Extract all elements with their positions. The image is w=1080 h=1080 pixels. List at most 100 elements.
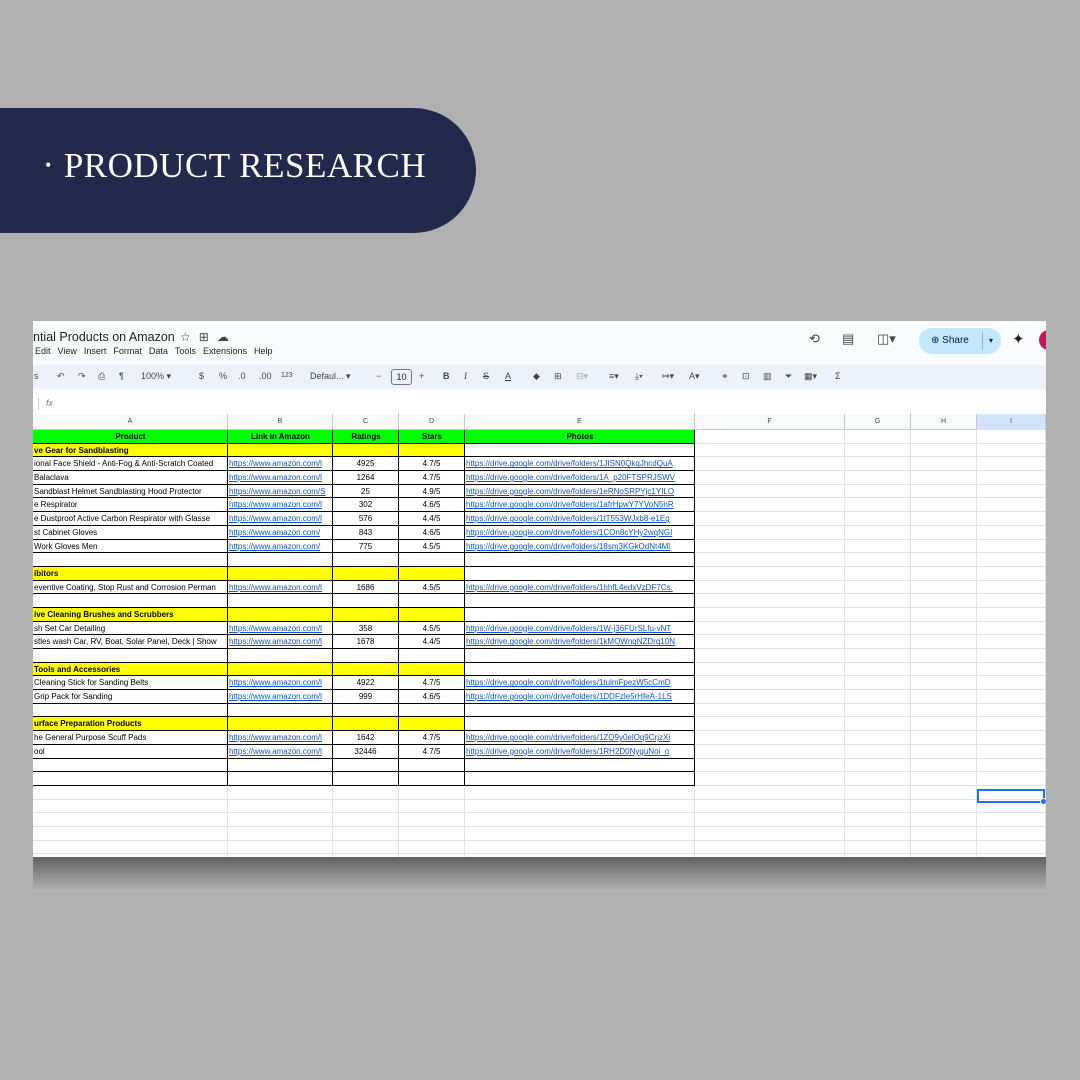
cell[interactable] [228, 758, 333, 773]
cell[interactable] [977, 498, 1046, 513]
cell[interactable] [977, 717, 1046, 732]
cell[interactable] [845, 676, 911, 691]
amazon-link[interactable]: https://www.amazon.com/S [228, 484, 333, 499]
photos-link[interactable]: https://drive.google.com/drive/folders/1… [465, 731, 695, 745]
insert-link-icon[interactable]: ⚭ [721, 371, 729, 382]
cell[interactable] [228, 703, 333, 718]
cell[interactable] [695, 512, 845, 526]
cell[interactable] [845, 854, 911, 857]
search-menus-fragment[interactable]: s [34, 371, 39, 381]
cell[interactable] [845, 443, 911, 458]
cell[interactable] [228, 785, 333, 800]
cell[interactable] [911, 484, 977, 499]
gemini-sparkle-icon[interactable]: ✦ [1012, 330, 1025, 348]
cell[interactable] [695, 484, 845, 499]
percent-format-button[interactable]: % [219, 371, 227, 381]
cell[interactable] [33, 758, 228, 773]
cell[interactable] [399, 649, 465, 663]
cell[interactable] [695, 430, 845, 444]
cell[interactable] [911, 785, 977, 800]
increase-decimal-button[interactable]: .00 [259, 371, 272, 381]
column-header-f[interactable]: F [695, 414, 845, 430]
stars-cell[interactable]: 4.4/5 [399, 512, 465, 526]
cell[interactable] [977, 566, 1046, 581]
cell[interactable] [977, 484, 1046, 499]
cell[interactable] [695, 813, 845, 827]
cell[interactable] [695, 607, 845, 622]
cell[interactable] [911, 731, 977, 745]
cell[interactable] [911, 662, 977, 677]
photos-link[interactable]: https://drive.google.com/drive/folders/1… [465, 512, 695, 526]
merge-cells-icon[interactable]: ⊟▾ [576, 371, 588, 382]
cell[interactable] [465, 662, 695, 677]
cell[interactable] [845, 498, 911, 513]
category-fill[interactable] [399, 717, 465, 732]
cell[interactable] [977, 703, 1046, 718]
product-name-cell[interactable]: ool [33, 744, 228, 759]
cell[interactable] [911, 512, 977, 526]
photos-link[interactable]: https://drive.google.com/drive/folders/1… [465, 525, 695, 540]
stars-cell[interactable]: 4.6/5 [399, 498, 465, 513]
increase-font-size-button[interactable]: + [419, 371, 424, 381]
cell[interactable] [977, 744, 1046, 759]
product-name-cell[interactable]: e Respirator [33, 498, 228, 513]
cell[interactable] [465, 553, 695, 567]
category-fill[interactable] [399, 566, 465, 581]
comments-icon[interactable]: ▤ [842, 331, 854, 347]
cell[interactable] [911, 840, 977, 855]
cell[interactable] [333, 813, 399, 827]
cell[interactable] [977, 635, 1046, 649]
cell[interactable] [695, 635, 845, 649]
cell[interactable] [845, 484, 911, 499]
cell[interactable] [977, 854, 1046, 857]
text-color-icon[interactable]: A [505, 371, 511, 381]
cell[interactable] [977, 580, 1046, 595]
cell[interactable] [911, 525, 977, 540]
functions-icon[interactable]: Σ [835, 371, 841, 381]
category-label[interactable]: ve Gear for Sandblasting [33, 443, 228, 458]
product-name-cell[interactable]: Balaclava [33, 471, 228, 485]
cell[interactable] [695, 662, 845, 677]
photos-link[interactable]: https://drive.google.com/drive/folders/1… [465, 635, 695, 649]
cell[interactable] [977, 649, 1046, 663]
cell[interactable] [911, 690, 977, 704]
cell[interactable] [228, 840, 333, 855]
print-icon[interactable]: ⎙ [98, 371, 105, 382]
cell[interactable] [695, 676, 845, 691]
category-fill[interactable] [228, 717, 333, 732]
category-fill[interactable] [399, 607, 465, 622]
cell[interactable] [911, 772, 977, 786]
cell[interactable] [695, 690, 845, 704]
bold-icon[interactable]: B [443, 371, 450, 381]
menu-item-data[interactable]: Data [149, 346, 168, 356]
cell[interactable] [695, 553, 845, 567]
cell[interactable] [911, 471, 977, 485]
cell[interactable] [695, 717, 845, 732]
cell[interactable] [399, 772, 465, 786]
cell[interactable] [911, 621, 977, 636]
column-header-e[interactable]: E [465, 414, 695, 430]
cell[interactable] [845, 690, 911, 704]
product-name-cell[interactable]: he General Purpose Scuff Pads [33, 731, 228, 745]
amazon-link[interactable]: https://www.amazon.com/l [228, 471, 333, 485]
stars-cell[interactable]: 4.7/5 [399, 676, 465, 691]
cell[interactable] [695, 498, 845, 513]
product-name-cell[interactable]: Grip Pack for Sanding [33, 690, 228, 704]
ratings-cell[interactable]: 4925 [333, 457, 399, 472]
menu-item-view[interactable]: View [58, 346, 77, 356]
cell[interactable] [399, 799, 465, 814]
cell[interactable] [845, 621, 911, 636]
cell[interactable] [977, 430, 1046, 444]
cell[interactable] [845, 758, 911, 773]
cell[interactable] [465, 785, 695, 800]
filter-icon[interactable]: ⏷ [785, 371, 792, 382]
amazon-link[interactable]: https://www.amazon.com/l [228, 731, 333, 745]
cell[interactable] [695, 621, 845, 636]
column-header-g[interactable]: G [845, 414, 911, 430]
amazon-link[interactable]: https://www.amazon.com/l [228, 744, 333, 759]
amazon-link[interactable]: https://www.amazon.com/l [228, 690, 333, 704]
strikethrough-icon[interactable]: S [483, 371, 489, 381]
photos-link[interactable]: https://drive.google.com/drive/folders/1… [465, 580, 695, 595]
stars-cell[interactable]: 4.9/5 [399, 484, 465, 499]
cell[interactable] [228, 594, 333, 608]
